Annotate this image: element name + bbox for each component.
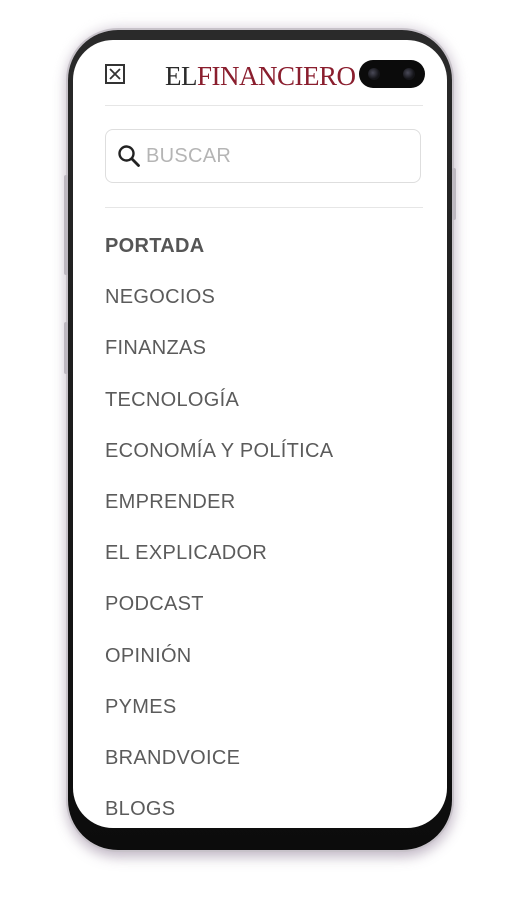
logo-financiero: FINANCIERO (197, 61, 356, 91)
menu-item-negocios[interactable]: NEGOCIOS (105, 277, 333, 328)
site-logo[interactable]: ELFINANCIERO (165, 61, 356, 92)
app-screen: ELFINANCIERO PORTADA NEGOCIOS FINANZAS T… (73, 40, 447, 828)
menu-item-podcast[interactable]: PODCAST (105, 584, 333, 635)
menu-item-portada[interactable]: PORTADA (105, 226, 333, 277)
camera-lens (368, 68, 380, 80)
menu-item-blogs[interactable]: BLOGS (105, 789, 333, 828)
menu-item-brandvoice[interactable]: BRANDVOICE (105, 738, 333, 789)
logo-el: EL (165, 61, 198, 91)
menu-item-el-explicador[interactable]: EL EXPLICADOR (105, 533, 333, 584)
close-x-glyph (109, 68, 121, 80)
phone-power-button (452, 168, 456, 220)
search-icon (118, 145, 140, 167)
menu-item-opinion[interactable]: OPINIÓN (105, 636, 333, 687)
menu-item-emprender[interactable]: EMPRENDER (105, 482, 333, 533)
section-menu: PORTADA NEGOCIOS FINANZAS TECNOLOGÍA ECO… (105, 226, 333, 828)
header-divider (105, 105, 423, 106)
search-box[interactable] (105, 129, 421, 183)
close-icon[interactable] (105, 64, 125, 84)
menu-item-finanzas[interactable]: FINANZAS (105, 328, 333, 379)
front-camera (359, 60, 425, 88)
menu-item-economia-y-politica[interactable]: ECONOMÍA Y POLÍTICA (105, 431, 333, 482)
menu-item-tecnologia[interactable]: TECNOLOGÍA (105, 380, 333, 431)
menu-item-pymes[interactable]: PYMES (105, 687, 333, 738)
phone-volume-button (64, 175, 68, 275)
search-input[interactable] (144, 143, 398, 169)
camera-lens (403, 68, 415, 80)
search-divider (105, 207, 423, 208)
phone-side-button (64, 322, 68, 374)
